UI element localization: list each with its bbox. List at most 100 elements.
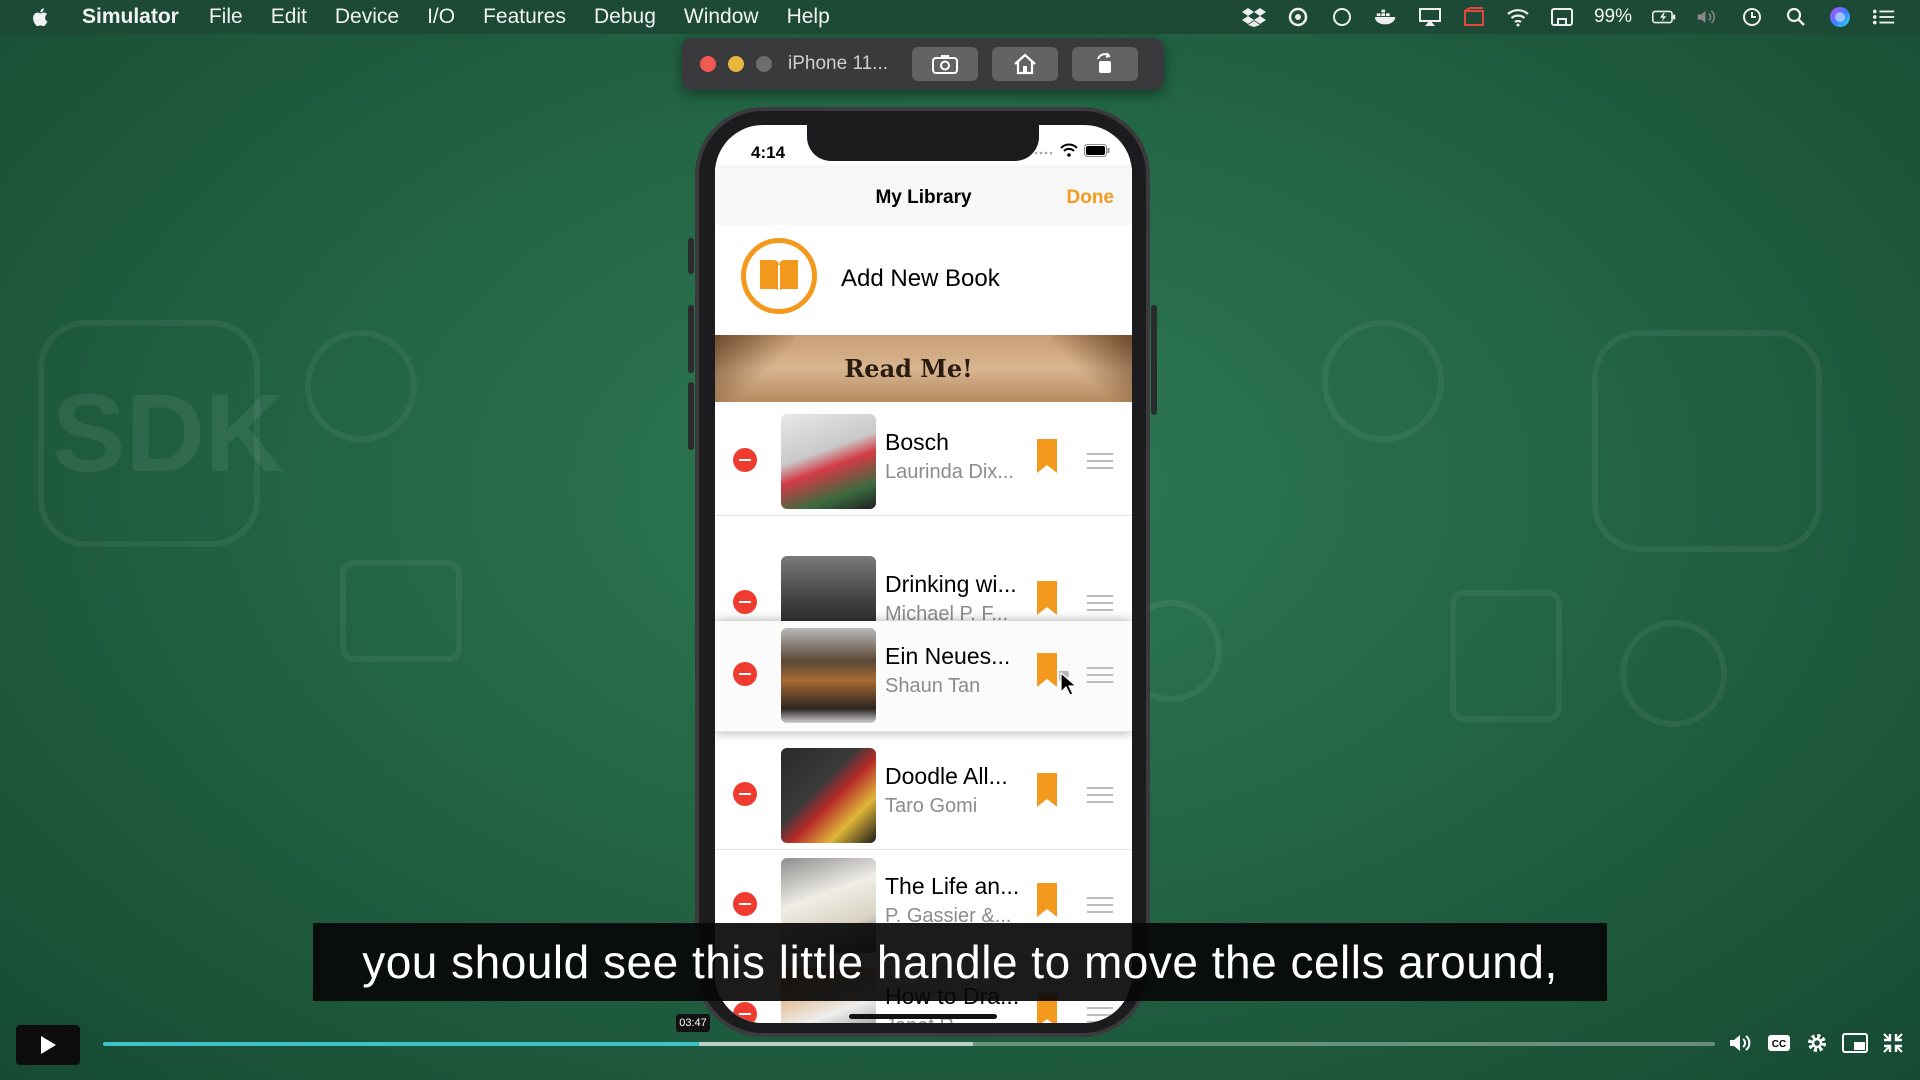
play-button[interactable] bbox=[16, 1025, 80, 1065]
spotlight-icon[interactable] bbox=[1784, 6, 1808, 28]
caption-text: you should see this little handle to mov… bbox=[362, 936, 1558, 988]
background-ring bbox=[1322, 320, 1444, 442]
notification-center-icon[interactable] bbox=[1872, 6, 1896, 28]
video-progress-bar[interactable] bbox=[103, 1042, 1715, 1046]
battery-percentage: 99% bbox=[1593, 6, 1632, 27]
book-title: The Life an... bbox=[885, 873, 1020, 899]
menu-window[interactable]: Window bbox=[684, 5, 759, 29]
mouse-cursor-icon bbox=[1059, 671, 1078, 696]
delete-button[interactable] bbox=[733, 1002, 757, 1023]
settings-gear-icon[interactable] bbox=[1804, 1030, 1830, 1056]
screenshot-icon bbox=[932, 55, 958, 74]
screen-record-icon[interactable] bbox=[1462, 6, 1486, 28]
dropbox-icon[interactable] bbox=[1241, 6, 1266, 28]
bookmark-icon[interactable] bbox=[1035, 773, 1059, 807]
delete-button[interactable] bbox=[733, 448, 757, 472]
book-title: Ein Neues... bbox=[885, 643, 1011, 669]
book-icon bbox=[741, 238, 817, 314]
menu-help[interactable]: Help bbox=[787, 5, 830, 29]
svg-text:CC: CC bbox=[1772, 1039, 1786, 1050]
background-tile bbox=[1450, 590, 1562, 722]
reorder-handle[interactable] bbox=[1087, 897, 1113, 918]
reorder-handle[interactable] bbox=[1087, 787, 1113, 808]
video-progress-fill bbox=[103, 1042, 700, 1046]
reorder-handle[interactable] bbox=[1087, 667, 1113, 688]
phone-volume-down bbox=[688, 382, 694, 450]
creative-cloud-icon[interactable] bbox=[1286, 6, 1310, 28]
simulator-toolbar: iPhone 11... bbox=[682, 38, 1164, 90]
add-new-book-row[interactable]: Add New Book bbox=[715, 225, 1132, 335]
status-bar-time: 4:14 bbox=[751, 143, 786, 162]
docker-icon[interactable] bbox=[1374, 6, 1398, 28]
menu-features[interactable]: Features bbox=[483, 5, 566, 29]
bookmark-icon[interactable] bbox=[1035, 581, 1059, 615]
home-indicator[interactable] bbox=[849, 1014, 997, 1019]
book-row-dragging[interactable]: Ein Neues... Shaun Tan bbox=[715, 621, 1132, 732]
apple-logo-icon[interactable] bbox=[30, 6, 52, 28]
video-caption: you should see this little handle to mov… bbox=[313, 923, 1607, 1001]
exit-fullscreen-icon[interactable] bbox=[1880, 1030, 1906, 1056]
menu-edit[interactable]: Edit bbox=[271, 5, 307, 29]
menu-app-name[interactable]: Simulator bbox=[82, 5, 179, 29]
menu-debug[interactable]: Debug bbox=[594, 5, 656, 29]
book-author: Taro Gomi bbox=[885, 795, 978, 817]
book-row[interactable]: Bosch Laurinda Dix... bbox=[715, 407, 1132, 516]
book-cover-image bbox=[781, 748, 876, 843]
phone-battery-icon bbox=[1084, 143, 1110, 157]
book-title: Drinking wi... bbox=[885, 571, 1017, 597]
bookmark-icon[interactable] bbox=[1035, 653, 1059, 687]
video-time-tooltip: 03:47 bbox=[676, 1014, 710, 1032]
battery-icon[interactable] bbox=[1652, 6, 1676, 28]
menu-bar: Simulator File Edit Device I/O Features … bbox=[0, 0, 1920, 34]
status-bar-icons bbox=[1034, 143, 1110, 157]
reorder-handle[interactable] bbox=[1087, 453, 1113, 474]
done-button[interactable]: Done bbox=[1067, 187, 1115, 209]
menu-file[interactable]: File bbox=[209, 5, 243, 29]
menu-io[interactable]: I/O bbox=[427, 5, 455, 29]
background-swift-tile bbox=[1592, 330, 1822, 552]
bookmark-icon[interactable] bbox=[1035, 439, 1059, 473]
phone-wifi-icon bbox=[1060, 143, 1078, 157]
delete-button[interactable] bbox=[733, 590, 757, 614]
book-cover-image bbox=[781, 628, 876, 723]
book-title: Doodle All... bbox=[885, 763, 1008, 789]
delete-button[interactable] bbox=[733, 662, 757, 686]
background-tile bbox=[340, 560, 462, 662]
window-zoom-button[interactable] bbox=[756, 56, 772, 72]
background-ring bbox=[1620, 620, 1727, 727]
play-icon bbox=[41, 1036, 56, 1054]
window-minimize-button[interactable] bbox=[728, 56, 744, 72]
window-close-button[interactable] bbox=[700, 56, 716, 72]
clock-icon[interactable] bbox=[1740, 6, 1764, 28]
reorder-handle[interactable] bbox=[1087, 1007, 1113, 1023]
menu-device[interactable]: Device bbox=[335, 5, 399, 29]
book-author: Shaun Tan bbox=[885, 675, 981, 697]
wifi-icon[interactable] bbox=[1506, 6, 1530, 28]
home-button[interactable] bbox=[992, 47, 1058, 81]
book-cover-image bbox=[781, 414, 876, 509]
screenshot-button[interactable] bbox=[912, 47, 978, 81]
airplay-icon[interactable] bbox=[1418, 6, 1442, 28]
bookmark-icon[interactable] bbox=[1035, 883, 1059, 917]
phone-silent-switch bbox=[688, 238, 694, 274]
cellular-signal-icon bbox=[1034, 151, 1053, 155]
picture-in-picture-icon[interactable] bbox=[1842, 1030, 1868, 1056]
circle-icon[interactable] bbox=[1330, 6, 1354, 28]
siri-icon[interactable] bbox=[1828, 6, 1852, 28]
closed-captions-icon[interactable]: CC bbox=[1766, 1030, 1792, 1056]
book-title: Bosch bbox=[885, 429, 949, 455]
volume-button-icon[interactable] bbox=[1728, 1030, 1754, 1056]
add-new-book-label: Add New Book bbox=[841, 265, 1000, 292]
phone-notch bbox=[807, 125, 1039, 161]
video-controls-right: CC bbox=[1728, 1030, 1906, 1056]
reorder-handle[interactable] bbox=[1087, 595, 1113, 616]
rotate-button[interactable] bbox=[1072, 47, 1138, 81]
delete-button[interactable] bbox=[733, 782, 757, 806]
simulator-device-name: iPhone 11... bbox=[788, 53, 889, 74]
phone-screen: 4:14 My Library Done Add New Book Read M… bbox=[715, 125, 1132, 1023]
volume-icon[interactable] bbox=[1696, 6, 1720, 28]
screen-mirror-icon[interactable] bbox=[1550, 6, 1574, 28]
book-row[interactable]: Doodle All... Taro Gomi bbox=[715, 741, 1132, 850]
delete-button[interactable] bbox=[733, 892, 757, 916]
background-ring bbox=[305, 330, 417, 442]
